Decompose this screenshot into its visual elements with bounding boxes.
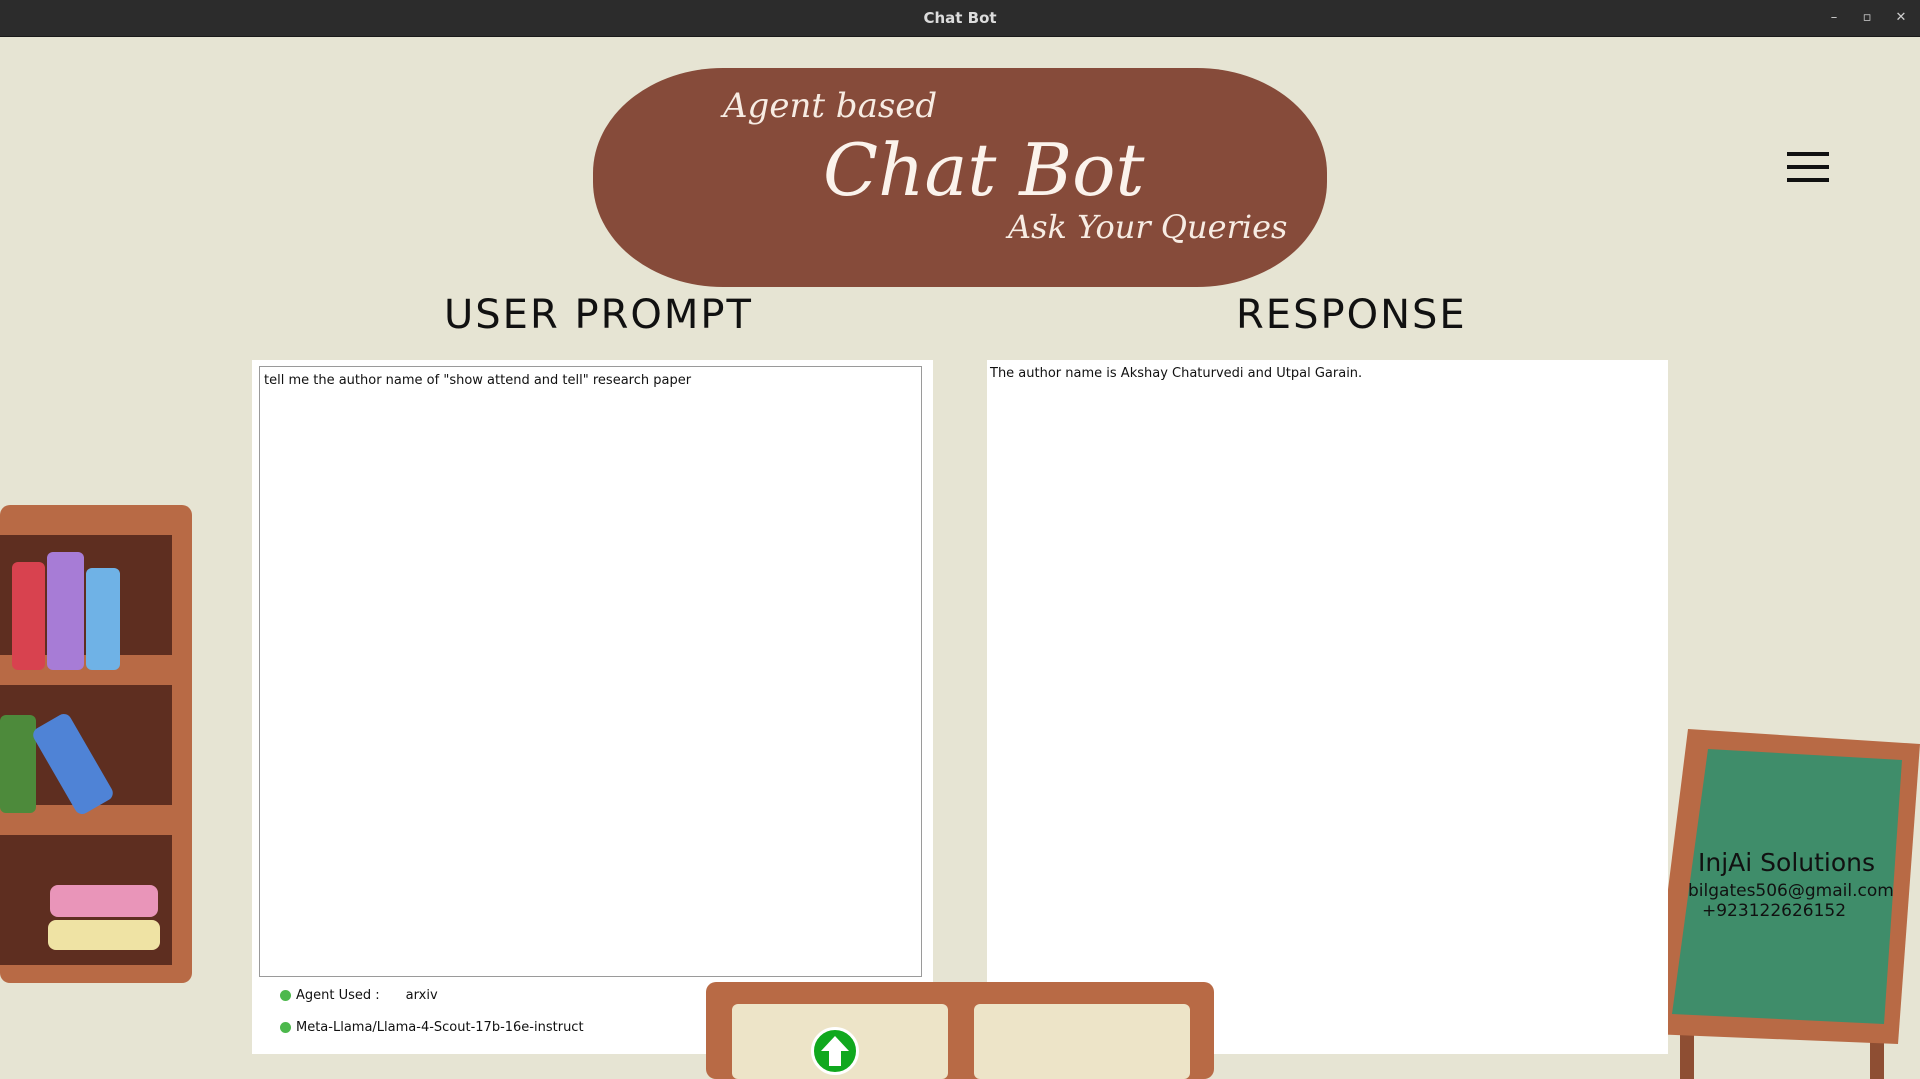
model-name: Meta-Llama/Llama-4-Scout-17b-16e-instruc… — [296, 1020, 584, 1035]
contact-phone: +923122626152 — [1702, 901, 1847, 921]
response-heading: RESPONSE — [1236, 292, 1467, 338]
prompt-input[interactable] — [259, 366, 922, 977]
arrow-up-icon — [821, 1036, 849, 1066]
banner-subtitle: Agent based — [723, 86, 938, 126]
restore-button[interactable]: ▫ — [1858, 9, 1876, 27]
agent-value: arxiv — [405, 988, 438, 1003]
minimize-button[interactable]: – — [1825, 9, 1843, 27]
agent-status: Agent Used : arxiv — [280, 988, 438, 1003]
model-status: Meta-Llama/Llama-4-Scout-17b-16e-instruc… — [280, 1020, 584, 1035]
close-button[interactable]: ✕ — [1892, 9, 1910, 27]
window-title: Chat Bot — [923, 9, 997, 27]
app-banner: Agent based Chat Bot Ask Your Queries — [593, 68, 1327, 287]
cabinet-illustration — [706, 982, 1214, 1079]
contact-card: InjAi Solutions bilgates506@gmail.com +9… — [1688, 848, 1894, 921]
bookshelf-illustration — [0, 505, 192, 983]
response-text: The author name is Akshay Chaturvedi and… — [990, 366, 1363, 381]
agent-label: Agent Used : — [296, 988, 380, 1003]
contact-email: bilgates506@gmail.com — [1688, 881, 1894, 901]
window-titlebar: Chat Bot – ▫ ✕ — [0, 0, 1920, 37]
response-panel — [987, 360, 1668, 1054]
user-prompt-heading: USER PROMPT — [444, 292, 753, 338]
banner-title: Chat Bot — [823, 128, 1145, 212]
status-dot-icon — [280, 990, 291, 1001]
hamburger-menu-icon[interactable] — [1787, 152, 1829, 184]
status-dot-icon — [280, 1022, 291, 1033]
send-button[interactable] — [811, 1027, 859, 1075]
company-name: InjAi Solutions — [1698, 848, 1876, 877]
banner-tagline: Ask Your Queries — [1008, 208, 1288, 246]
